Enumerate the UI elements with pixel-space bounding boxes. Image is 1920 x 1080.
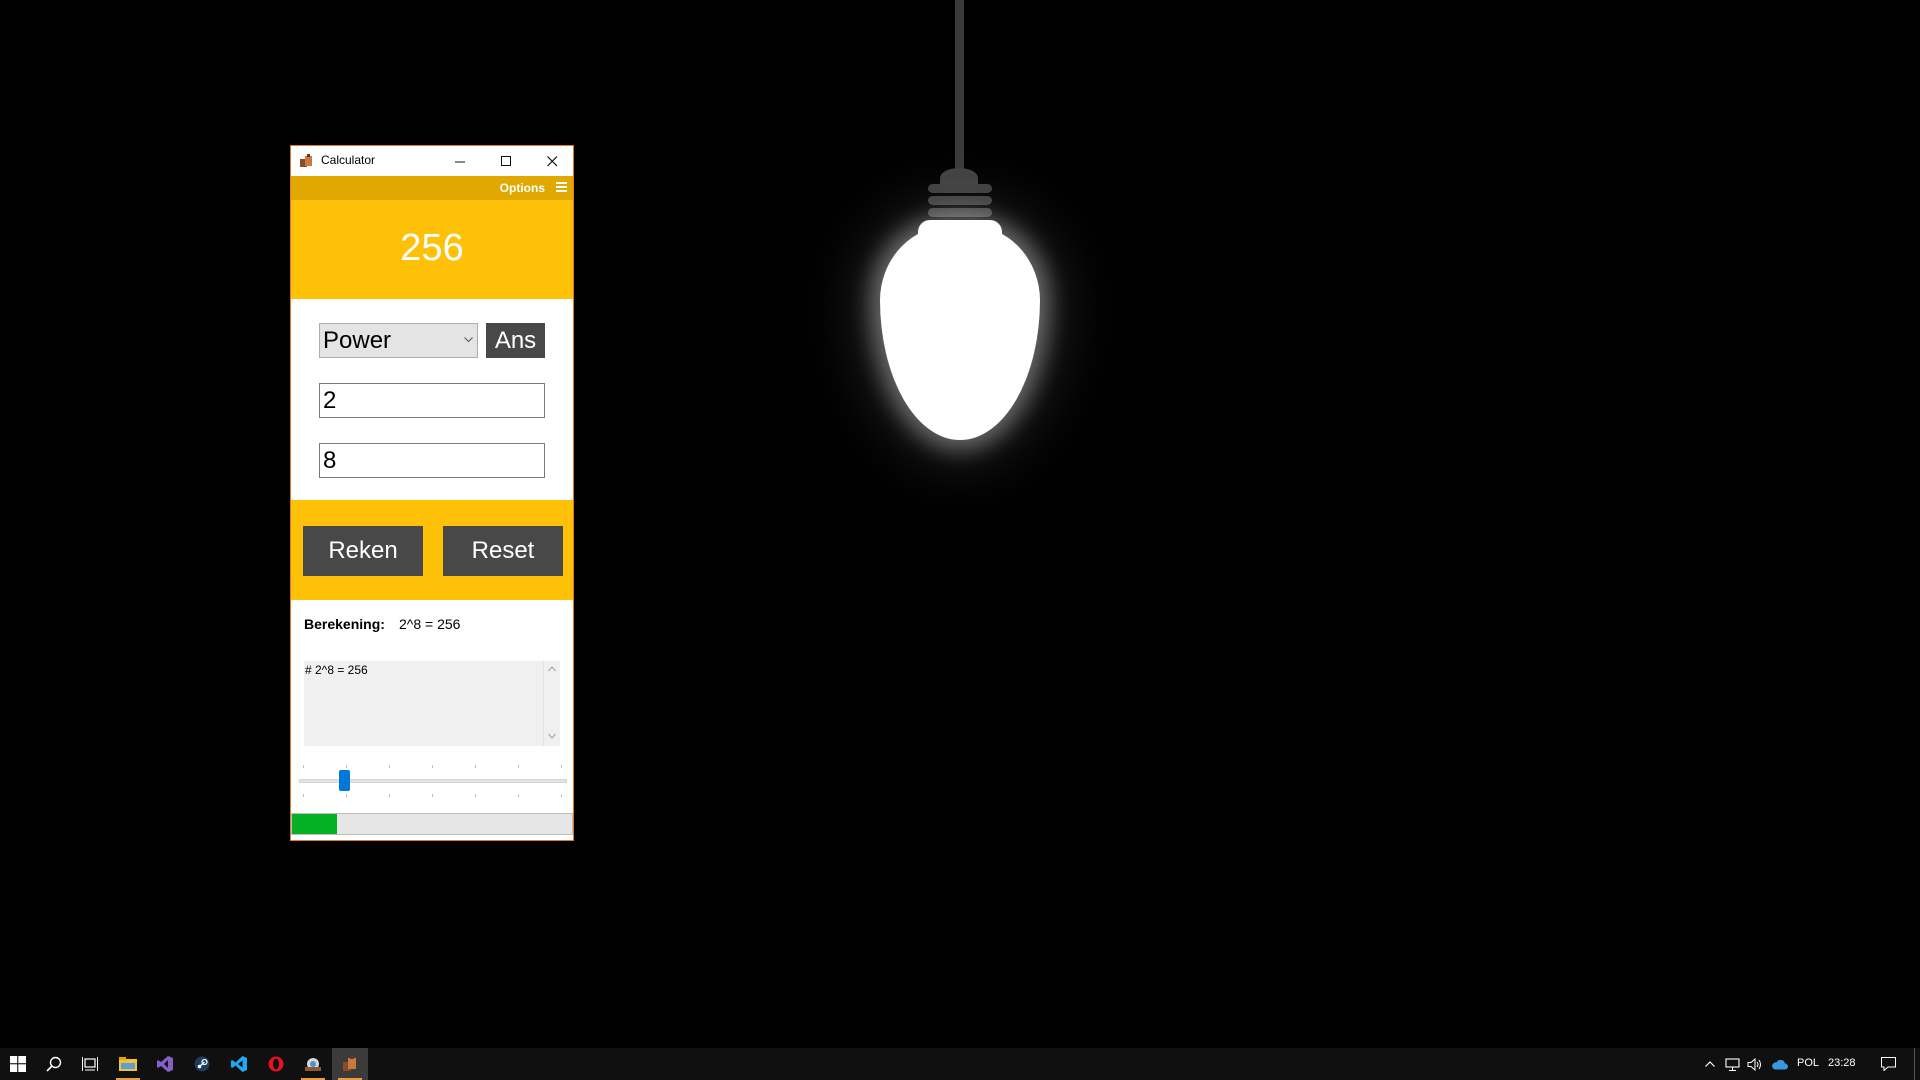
language-indicator[interactable]: POL xyxy=(1797,1057,1819,1069)
calculation-label: Berekening: xyxy=(304,616,385,632)
chevron-up-icon xyxy=(1705,1061,1715,1067)
taskbar-visual-studio[interactable] xyxy=(147,1048,183,1080)
game-app-icon xyxy=(305,1058,321,1071)
slider-ticks-top xyxy=(303,765,565,768)
search-icon xyxy=(46,1056,62,1072)
calculation-value: 2^8 = 256 xyxy=(399,616,461,632)
network-icon xyxy=(1724,1057,1740,1071)
history-entry: # 2^8 = 256 xyxy=(305,663,368,677)
window-title: Calculator xyxy=(321,153,376,167)
minimize-icon xyxy=(454,161,465,162)
hamburger-menu-icon[interactable] xyxy=(556,182,567,194)
vscode-icon xyxy=(231,1056,247,1072)
volume-control[interactable] xyxy=(1744,1048,1764,1080)
menu-bar: Options xyxy=(291,176,573,200)
calculate-button[interactable]: Reken xyxy=(303,526,423,576)
search-button[interactable] xyxy=(36,1048,72,1080)
chevron-up-icon[interactable] xyxy=(544,661,560,675)
chevron-down-icon[interactable] xyxy=(544,733,560,746)
slider-ticks-bottom xyxy=(303,794,565,797)
task-view-button[interactable] xyxy=(72,1048,108,1080)
start-button[interactable] xyxy=(0,1048,36,1080)
action-center-button[interactable] xyxy=(1876,1048,1900,1080)
onedrive-status[interactable] xyxy=(1768,1048,1790,1080)
taskbar-vscode[interactable] xyxy=(221,1048,257,1080)
bulb-ring xyxy=(928,184,992,193)
show-desktop-button[interactable] xyxy=(1914,1048,1920,1080)
operation-selected-value: Power xyxy=(323,327,392,354)
file-explorer-icon xyxy=(119,1057,137,1071)
taskbar-file-explorer[interactable] xyxy=(110,1048,146,1080)
bulb-ring xyxy=(928,196,992,205)
progress-fill xyxy=(292,814,337,834)
show-hidden-icons-button[interactable] xyxy=(1700,1048,1720,1080)
task-view-icon xyxy=(82,1057,98,1071)
clock[interactable]: 23:28 xyxy=(1828,1057,1856,1069)
taskbar-steam[interactable] xyxy=(184,1048,220,1080)
result-display: 256 xyxy=(291,200,573,299)
taskbar: POL 23:28 xyxy=(0,1048,1920,1080)
volume-icon xyxy=(1747,1057,1761,1071)
slider-thumb[interactable] xyxy=(339,770,351,791)
visual-studio-icon xyxy=(157,1056,173,1072)
network-status[interactable] xyxy=(1722,1048,1742,1080)
steam-icon xyxy=(194,1056,210,1072)
history-scrollbar[interactable] xyxy=(543,661,560,746)
cloud-icon xyxy=(1771,1059,1788,1069)
close-button[interactable] xyxy=(529,146,575,176)
close-icon xyxy=(546,155,557,166)
bulb-ring xyxy=(928,208,992,217)
second-operand-input[interactable]: 8 xyxy=(319,443,545,478)
history-textbox[interactable]: # 2^8 = 256 xyxy=(304,661,560,746)
taskbar-game-app[interactable] xyxy=(295,1048,331,1080)
bulb-cord xyxy=(955,0,964,172)
maximize-icon xyxy=(500,155,511,166)
windows-start-icon xyxy=(10,1056,26,1072)
minimize-button[interactable] xyxy=(437,146,483,176)
opera-icon xyxy=(268,1056,284,1072)
calculator-window: Calculator Options 256 Power Ans 2 8 Rek… xyxy=(290,145,574,841)
calculator-app-icon xyxy=(343,1056,356,1071)
reset-button[interactable]: Reset xyxy=(443,526,563,576)
notification-icon xyxy=(1880,1057,1896,1071)
options-menu[interactable]: Options xyxy=(500,181,545,195)
first-operand-input[interactable]: 2 xyxy=(319,383,545,418)
taskbar-opera[interactable] xyxy=(258,1048,294,1080)
calculator-app-icon xyxy=(300,154,312,167)
ans-button[interactable]: Ans xyxy=(486,323,545,358)
taskbar-calculator[interactable] xyxy=(332,1048,368,1080)
title-bar[interactable]: Calculator xyxy=(291,146,573,176)
chevron-down-icon xyxy=(464,324,473,357)
bulb-neck xyxy=(918,220,1002,280)
display-value: 256 xyxy=(400,227,464,269)
progress-bar xyxy=(291,813,573,835)
maximize-button[interactable] xyxy=(483,146,529,176)
operation-select[interactable]: Power xyxy=(319,323,478,358)
